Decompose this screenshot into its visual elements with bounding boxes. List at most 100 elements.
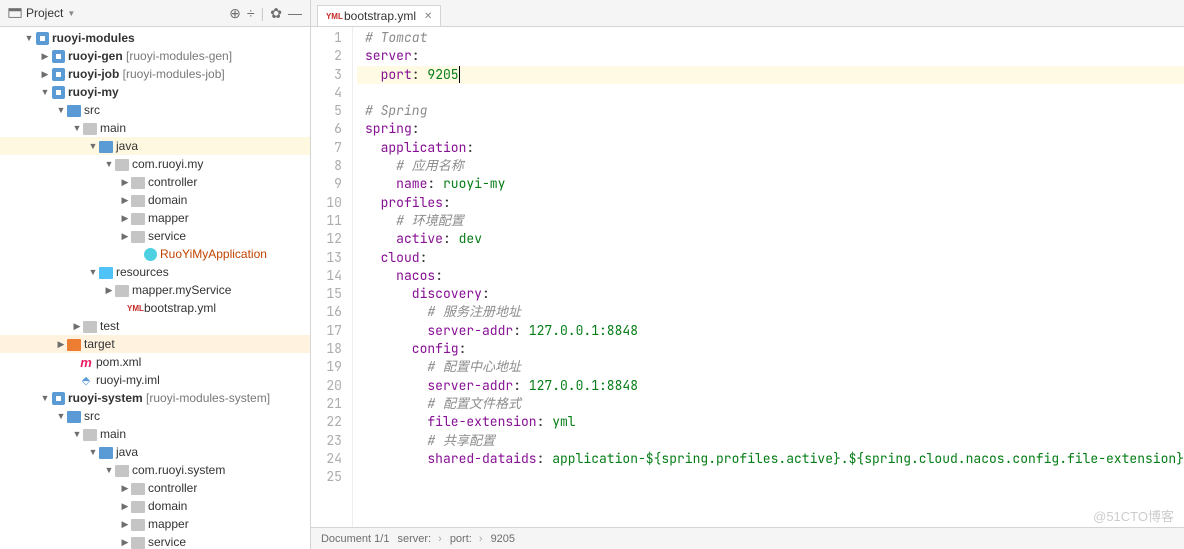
tree-item[interactable]: ▶test [0,317,310,335]
tree-item[interactable]: ▼main [0,425,310,443]
tree-item[interactable]: ▶ruoyi-job [ruoyi-modules-job] [0,65,310,83]
project-tree[interactable]: ▼ruoyi-modules▶ruoyi-gen [ruoyi-modules-… [0,27,310,549]
maven-icon: m [78,355,94,370]
tree-label: bootstrap.yml [144,301,216,315]
tree-item[interactable]: ▶mapper.myService [0,281,310,299]
code-line[interactable]: config: [357,340,1184,358]
code-line[interactable]: server-addr: 127.0.0.1:8848 [357,377,1184,395]
tab-bootstrap-yml[interactable]: YML bootstrap.yml ✕ [317,5,441,26]
expand-icon[interactable]: ▶ [56,339,66,350]
tree-item[interactable]: mpom.xml [0,353,310,371]
tree-item[interactable]: ▶domain [0,191,310,209]
tree-item[interactable]: ▼main [0,119,310,137]
expand-icon[interactable]: ▼ [72,429,82,439]
tree-item[interactable]: ▼src [0,101,310,119]
breadcrumb[interactable]: port: [450,533,483,545]
code-line[interactable]: application: [357,139,1184,157]
expand-icon[interactable]: ▶ [120,177,130,188]
expand-icon[interactable]: ▶ [120,213,130,224]
tree-item[interactable]: RuoYiMyApplication [0,245,310,263]
tree-item[interactable]: ▶service [0,533,310,549]
code-line[interactable]: discovery: [357,285,1184,303]
tree-item[interactable]: ▶mapper [0,515,310,533]
code-line[interactable]: # 配置文件格式 [357,395,1184,413]
code-line[interactable] [357,468,1184,486]
tree-item[interactable]: ▼src [0,407,310,425]
tree-item[interactable]: ⬘ruoyi-my.iml [0,371,310,389]
code-line[interactable] [357,84,1184,102]
tree-item[interactable]: ▶target [0,335,310,353]
breadcrumb[interactable]: server: [397,533,441,545]
expand-icon[interactable]: ▼ [24,33,34,43]
expand-icon[interactable]: ▼ [88,141,98,151]
expand-icon[interactable]: ▼ [72,123,82,133]
tree-item[interactable]: ▼ java [0,137,310,155]
folder-blue-icon [66,104,82,117]
project-title[interactable]: Project ▼ [8,6,229,20]
code-line[interactable]: spring: [357,120,1184,138]
expand-icon[interactable]: ▼ [56,105,66,115]
expand-icon[interactable]: ▼ [56,411,66,421]
tree-item[interactable]: ▼ruoyi-modules [0,29,310,47]
expand-icon[interactable]: ▼ [40,87,50,97]
expand-icon[interactable]: ▶ [40,51,50,62]
tree-item[interactable]: ▶controller [0,173,310,191]
expand-icon[interactable]: ▼ [40,393,50,403]
code-line[interactable]: # 服务注册地址 [357,303,1184,321]
code-line[interactable]: active: dev [357,230,1184,248]
folder-blue-icon [98,140,114,153]
code-line[interactable]: nacos: [357,267,1184,285]
expand-icon[interactable]: ▶ [120,231,130,242]
expand-icon[interactable]: ▶ [120,195,130,206]
tree-label: java [116,139,138,153]
close-icon[interactable]: ✕ [424,11,432,22]
expand-icon[interactable]: ▶ [40,69,50,80]
folder-gray-icon [130,500,146,513]
code-line[interactable]: # 配置中心地址 [357,358,1184,376]
expand-icon[interactable]: ▼ [104,465,114,475]
tree-item[interactable]: ▶mapper [0,209,310,227]
code-line[interactable]: server: [357,47,1184,65]
code-line[interactable]: file-extension: yml [357,413,1184,431]
expand-icon[interactable]: ▼ [104,159,114,169]
line-gutter: 1234567891011121314151617181920212223242… [311,27,353,527]
expand-icon[interactable]: ▶ [120,537,130,548]
code-line[interactable]: # Tomcat [357,29,1184,47]
code-line[interactable]: # 共享配置 [357,432,1184,450]
tree-item[interactable]: ▼ruoyi-system [ruoyi-modules-system] [0,389,310,407]
code-line[interactable]: shared-dataids: application-${spring.pro… [357,450,1184,468]
tree-item[interactable]: ▼java [0,443,310,461]
expand-icon[interactable]: ▶ [120,501,130,512]
tree-item[interactable]: ▶controller [0,479,310,497]
expand-icon[interactable]: ▶ [120,483,130,494]
expand-icon[interactable]: ▼ [88,267,98,277]
tree-item[interactable]: ▼com.ruoyi.system [0,461,310,479]
code-line[interactable]: profiles: [357,194,1184,212]
code-line[interactable]: # 应用名称 [357,157,1184,175]
code-line[interactable]: name: ruoyi-my [357,175,1184,193]
minimize-icon[interactable]: — [288,5,302,21]
expand-icon[interactable]: ▶ [104,285,114,296]
expand-icon[interactable]: ▼ [88,447,98,457]
code-line[interactable]: # Spring [357,102,1184,120]
expand-icon[interactable]: ▶ [72,321,82,332]
folder-gray-icon [114,464,130,477]
tree-item[interactable]: ▼ruoyi-my [0,83,310,101]
tree-item[interactable]: ▶domain [0,497,310,515]
collapse-icon[interactable]: ÷ [247,5,255,21]
target-icon[interactable]: ⊕ [229,5,241,22]
code-line[interactable]: # 环境配置 [357,212,1184,230]
tree-item[interactable]: YMLbootstrap.yml [0,299,310,317]
tree-item[interactable]: ▼resources [0,263,310,281]
breadcrumb[interactable]: 9205 [491,533,515,545]
tree-item[interactable]: ▶service [0,227,310,245]
code-content[interactable]: # Tomcatserver: port: 9205 # Springsprin… [353,27,1184,527]
tree-item[interactable]: ▼com.ruoyi.my [0,155,310,173]
code-line[interactable]: server-addr: 127.0.0.1:8848 [357,322,1184,340]
gear-icon[interactable]: ✿ [270,5,282,22]
code-line[interactable]: port: 9205 [357,66,1184,84]
code-editor[interactable]: 1234567891011121314151617181920212223242… [311,27,1184,527]
tree-item[interactable]: ▶ruoyi-gen [ruoyi-modules-gen] [0,47,310,65]
code-line[interactable]: cloud: [357,249,1184,267]
expand-icon[interactable]: ▶ [120,519,130,530]
